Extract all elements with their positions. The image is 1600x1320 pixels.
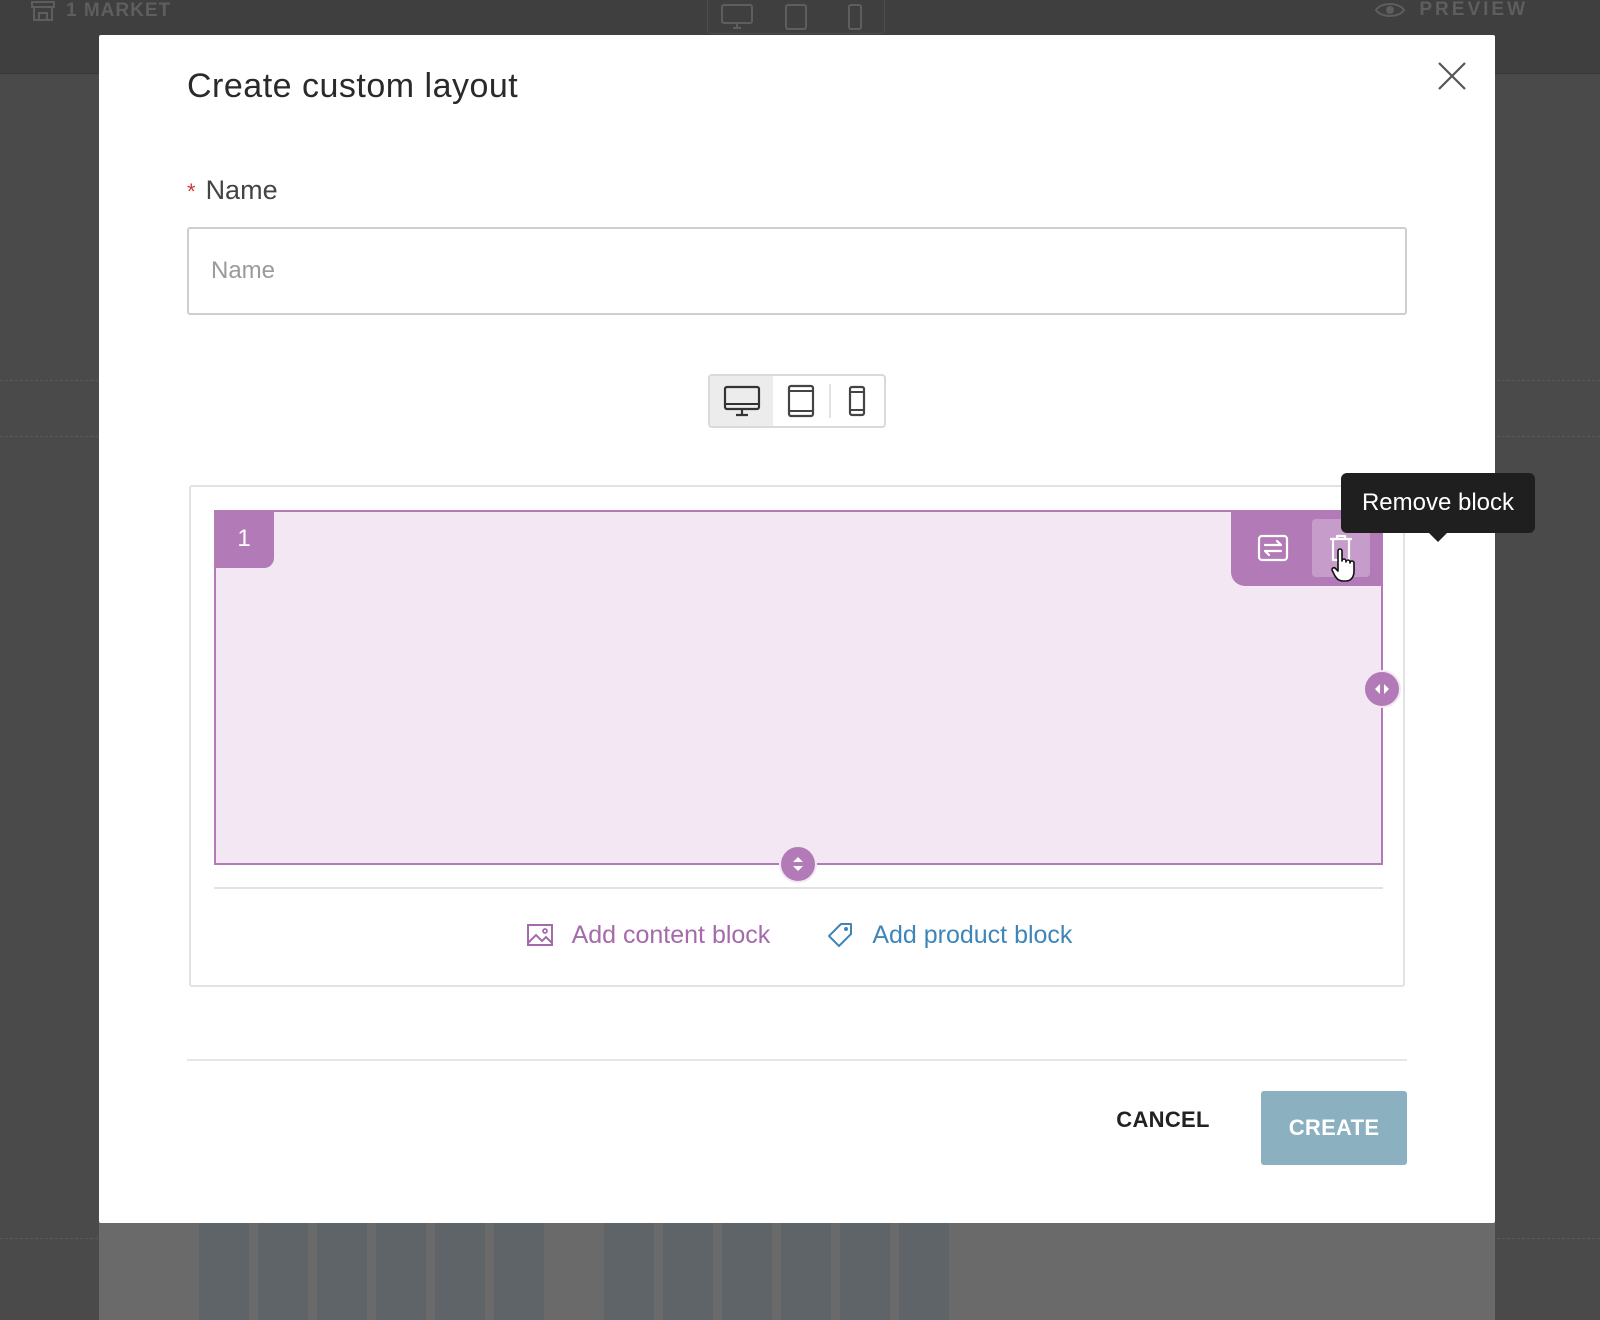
vertical-resize-handle[interactable]	[779, 845, 817, 883]
name-label-text: Name	[205, 175, 278, 205]
dialog-title: Create custom layout	[187, 67, 519, 105]
create-layout-dialog: Create custom layout * Name 1	[99, 35, 1535, 1223]
layout-editor: 1 Add content block Add product block	[189, 485, 1405, 987]
background-grid-column	[199, 1222, 249, 1320]
mobile-view-button[interactable]	[831, 376, 884, 426]
background-grid-column	[840, 1222, 890, 1320]
layout-divider	[214, 887, 1383, 889]
tablet-icon	[785, 3, 807, 30]
preview-label: PREVIEW	[1419, 0, 1528, 20]
eye-icon	[1375, 3, 1406, 17]
footer-divider	[187, 1059, 1407, 1061]
create-button[interactable]: CREATE	[1261, 1091, 1407, 1165]
block-number-badge: 1	[214, 510, 274, 568]
layout-block[interactable]: 1	[214, 510, 1401, 883]
add-block-actions: Add content block Add product block	[191, 907, 1407, 963]
name-field-label: * Name	[187, 175, 278, 206]
store-icon	[31, 1, 55, 21]
background-grid-column	[317, 1222, 367, 1320]
background-grid-column	[663, 1222, 713, 1320]
add-product-block-button[interactable]: Add product block	[826, 921, 1072, 950]
swap-block-button[interactable]	[1244, 519, 1302, 577]
add-product-block-label: Add product block	[872, 920, 1073, 949]
background-grid-column	[899, 1222, 949, 1320]
device-switch	[708, 374, 886, 428]
background-grid-column	[376, 1222, 426, 1320]
swap-icon	[1257, 534, 1289, 562]
tablet-view-button[interactable]	[773, 376, 828, 426]
resize-vertical-icon	[793, 857, 803, 871]
remove-block-tooltip: Remove block	[1341, 473, 1535, 542]
resize-horizontal-icon	[1375, 684, 1389, 694]
required-marker: *	[187, 179, 196, 204]
background-preview: PREVIEW	[1375, 0, 1528, 20]
close-icon	[1438, 62, 1466, 90]
add-content-block-label: Add content block	[571, 920, 771, 949]
add-content-block-button[interactable]: Add content block	[526, 920, 771, 950]
desktop-icon	[723, 385, 760, 417]
cancel-button[interactable]: CANCEL	[1098, 1094, 1228, 1146]
desktop-icon	[721, 3, 754, 29]
desktop-view-button[interactable]	[710, 376, 774, 426]
market-label: 1 MARKET	[66, 0, 172, 21]
image-icon	[526, 924, 553, 946]
close-button[interactable]	[1436, 60, 1468, 92]
background-grid-column	[781, 1222, 831, 1320]
background-market-selector: 1 MARKET	[30, 0, 171, 22]
background-grid-column	[722, 1222, 772, 1320]
background-grid-column	[435, 1222, 485, 1320]
background-grid-column	[258, 1222, 308, 1320]
background-grid-column	[604, 1222, 654, 1320]
mobile-icon	[849, 385, 866, 417]
name-input[interactable]	[187, 227, 1407, 315]
background-grid-column	[494, 1222, 544, 1320]
mobile-icon	[847, 3, 862, 30]
horizontal-resize-handle[interactable]	[1363, 670, 1401, 708]
trash-icon	[1330, 534, 1352, 562]
tag-icon	[828, 923, 853, 947]
tablet-icon	[787, 384, 815, 418]
background-device-switch	[707, 0, 885, 34]
